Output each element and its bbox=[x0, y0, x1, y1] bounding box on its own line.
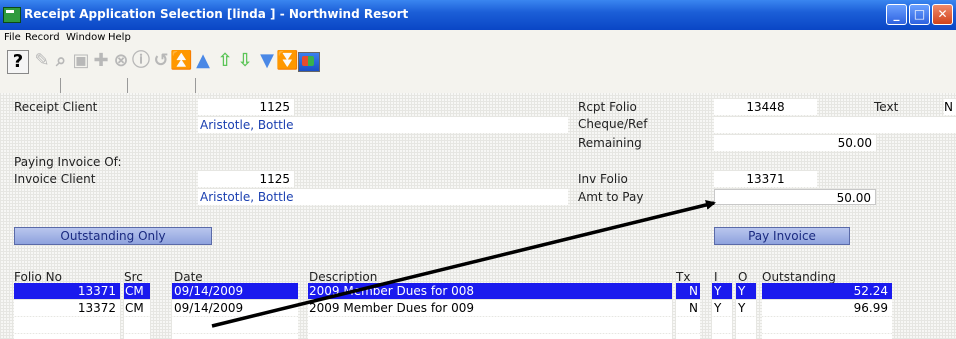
annotation-arrow bbox=[211, 200, 716, 328]
arrow-line bbox=[211, 200, 716, 328]
application-window: Receipt Application Selection [linda ] -… bbox=[0, 0, 956, 339]
